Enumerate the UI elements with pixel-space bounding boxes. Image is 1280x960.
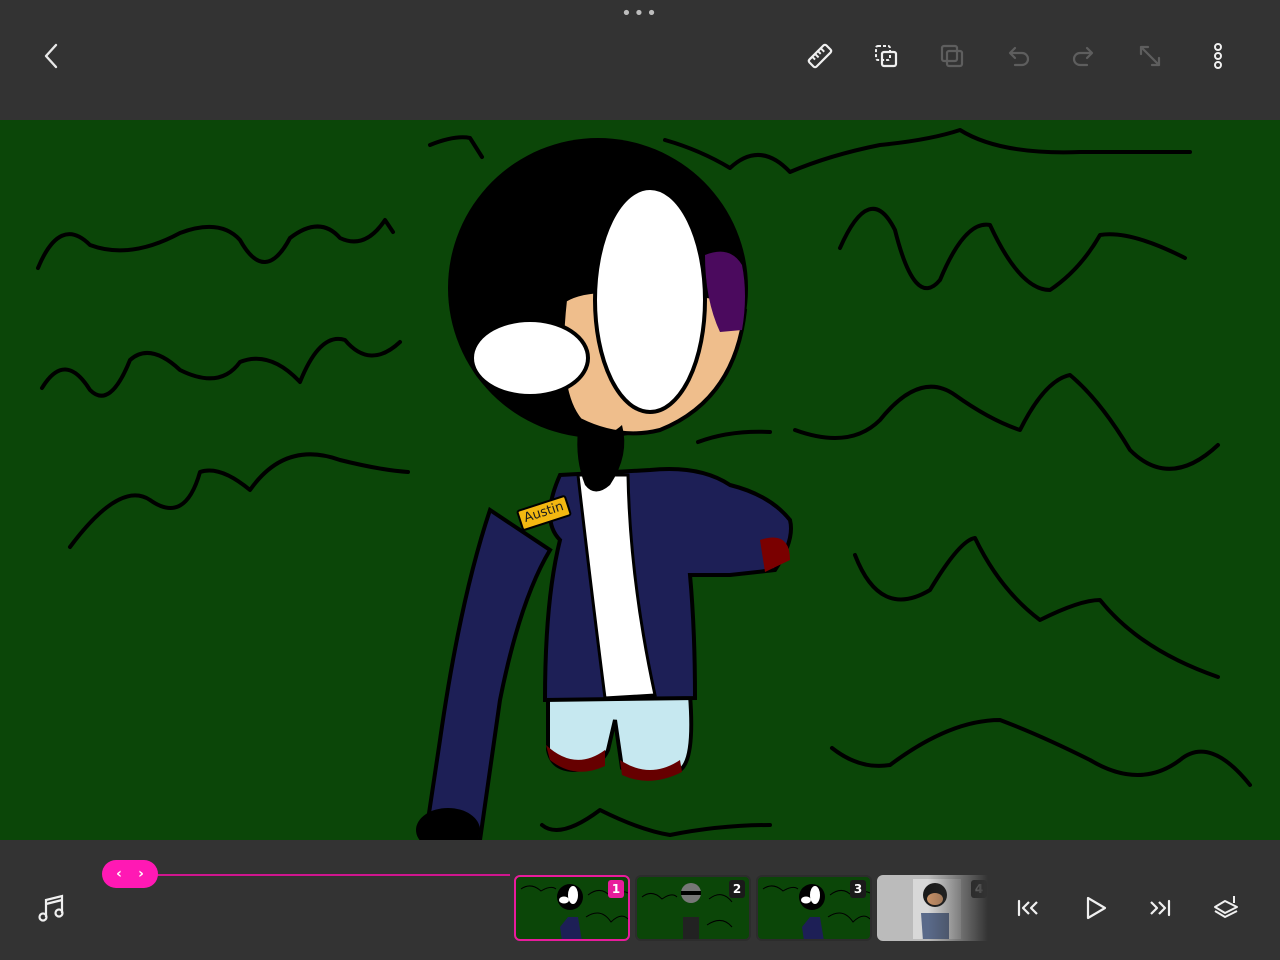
frame-strip: 1 2 3: [512, 874, 988, 942]
layers-icon: [940, 44, 964, 68]
timeline-track[interactable]: [150, 874, 510, 876]
drawing-artwork: [36, 128, 1252, 840]
play-icon: [1086, 896, 1107, 920]
chevron-right-icon: ›: [138, 866, 144, 882]
drawing-canvas[interactable]: Austin: [0, 120, 1280, 840]
frame-strip-fade: [928, 874, 988, 942]
music-button[interactable]: [34, 890, 70, 926]
frame-thumbnail[interactable]: 2: [635, 875, 751, 941]
skip-to-start-button[interactable]: [1008, 890, 1048, 926]
ruler-icon: [807, 43, 833, 69]
top-toolbar: •••: [0, 0, 1280, 120]
music-note-icon: [38, 894, 64, 922]
copy-frame-button[interactable]: [866, 36, 906, 76]
layers-button[interactable]: [932, 36, 972, 76]
play-button[interactable]: [1075, 890, 1115, 926]
timeline-scrubber[interactable]: ‹ ›: [102, 860, 158, 888]
undo-button[interactable]: [998, 36, 1038, 76]
skip-to-start-icon: [1017, 899, 1038, 917]
frame-number: 1: [608, 880, 624, 898]
frame-number: 2: [729, 880, 745, 898]
character-austin: [416, 138, 793, 840]
resize-icon: [1139, 45, 1161, 67]
skip-to-end-icon: [1150, 899, 1171, 917]
chevron-left-icon: ‹: [116, 866, 122, 882]
chevron-left-icon: [44, 43, 58, 69]
copy-frame-icon: [875, 45, 898, 68]
frame-thumbnail[interactable]: 3: [756, 875, 872, 941]
frame-thumbnail[interactable]: 1: [514, 875, 630, 941]
ruler-button[interactable]: [800, 36, 840, 76]
redo-button[interactable]: [1064, 36, 1104, 76]
undo-icon: [1008, 46, 1030, 67]
onion-skin-button[interactable]: [1206, 890, 1246, 926]
back-button[interactable]: [32, 36, 72, 76]
flipaclip-editor: ••• Austin ‹ › 1 2 3: [0, 0, 1280, 960]
more-options-button[interactable]: [1198, 36, 1238, 76]
timeline-bar: ‹ › 1 2 3: [0, 840, 1280, 960]
redo-icon: [1072, 46, 1094, 67]
more-vertical-icon: [1214, 43, 1222, 69]
frame-number: 3: [850, 880, 866, 898]
resize-button[interactable]: [1130, 36, 1170, 76]
onion-skin-icon: [1214, 896, 1238, 919]
drag-handle-icon[interactable]: •••: [620, 4, 660, 24]
skip-to-end-button[interactable]: [1140, 890, 1180, 926]
